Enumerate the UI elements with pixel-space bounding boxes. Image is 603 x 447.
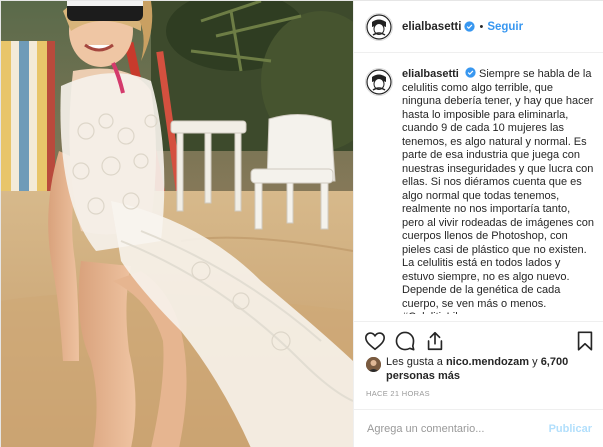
- share-icon[interactable]: [424, 330, 446, 352]
- avatar[interactable]: [365, 12, 393, 41]
- post-timestamp[interactable]: HACE 21 HORAS: [366, 389, 430, 398]
- post-header: elialbasetti • Seguir: [354, 1, 603, 53]
- likes-summary: Les gusta a nico.mendozam y 6,700 person…: [366, 356, 576, 383]
- comment-icon[interactable]: [394, 330, 416, 352]
- avatar-illustration: [366, 13, 392, 40]
- heart-icon[interactable]: [364, 330, 386, 352]
- caption-text: Siempre se habla de la celulitis como al…: [402, 68, 595, 314]
- publish-button[interactable]: Publicar: [549, 423, 592, 435]
- instagram-post: elialbasetti • Seguir elialbasetti Siemp…: [0, 0, 603, 447]
- beach-photo-illustration: [1, 1, 353, 447]
- post-sidebar: elialbasetti • Seguir elialbasetti Siemp…: [353, 1, 603, 447]
- comment-input[interactable]: Agrega un comentario...: [367, 423, 549, 435]
- action-icons: [364, 330, 596, 352]
- likes-prefix: Les gusta a: [386, 356, 443, 368]
- verified-badge-icon: [464, 21, 476, 32]
- post-author-username[interactable]: elialbasetti: [402, 21, 461, 33]
- liker-avatar-illustration: [366, 357, 381, 372]
- post-caption: elialbasetti Siempre se habla de la celu…: [402, 67, 595, 314]
- liker-username[interactable]: nico.mendozam: [446, 356, 529, 368]
- caption-avatar-illustration: [366, 69, 392, 95]
- follow-button[interactable]: Seguir: [487, 21, 523, 33]
- header-separator: •: [479, 20, 484, 33]
- verified-badge-icon: [465, 67, 476, 78]
- caption-row: elialbasetti Siempre se habla de la celu…: [365, 67, 595, 314]
- likes-text: Les gusta a nico.mendozam y 6,700 person…: [386, 356, 576, 383]
- add-comment-bar: Agrega un comentario... Publicar: [354, 409, 603, 447]
- comments-section[interactable]: elialbasetti Siempre se habla de la celu…: [354, 54, 603, 314]
- likes-conjunction: y: [532, 356, 538, 368]
- bookmark-icon[interactable]: [574, 330, 596, 352]
- liker-avatar[interactable]: [366, 357, 381, 372]
- caption-avatar[interactable]: [365, 68, 393, 96]
- caption-username[interactable]: elialbasetti: [402, 68, 459, 80]
- post-photo[interactable]: [1, 1, 353, 447]
